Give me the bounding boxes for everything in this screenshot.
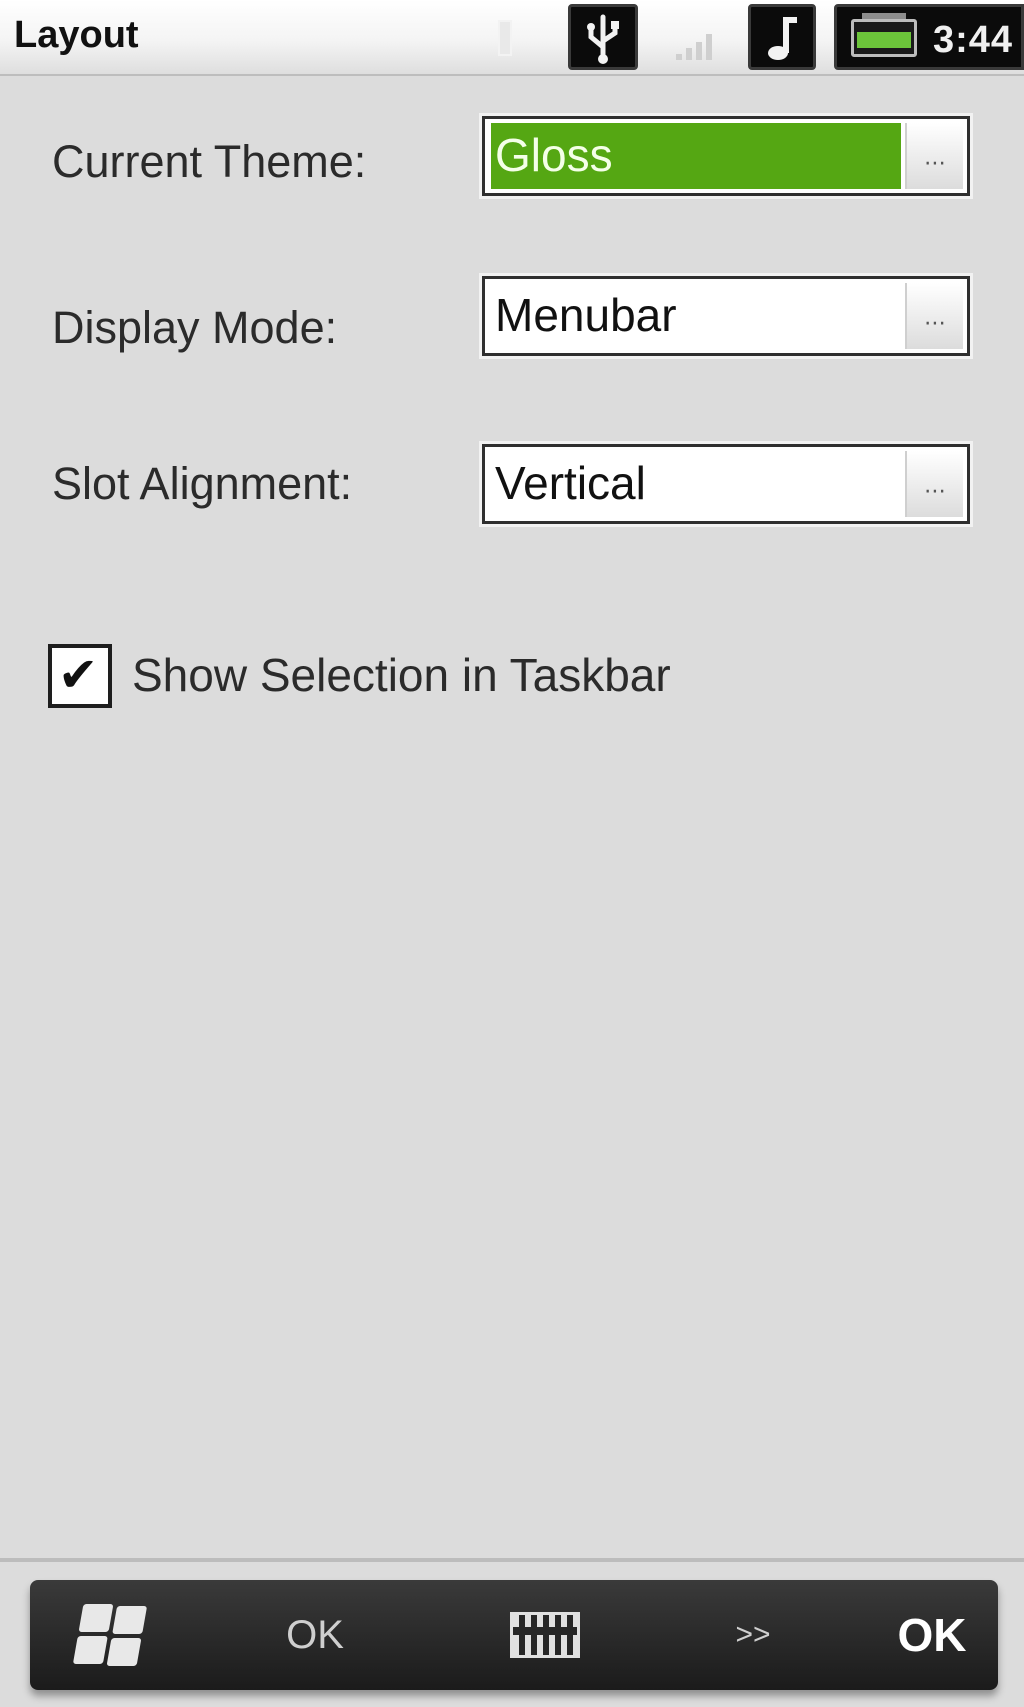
connectivity-indicator-icon bbox=[498, 20, 512, 56]
current-theme-dropdown[interactable]: Gloss ⋯ bbox=[482, 116, 970, 196]
usb-icon[interactable] bbox=[568, 4, 638, 70]
keyboard-button[interactable] bbox=[476, 1580, 580, 1690]
display-mode-value: Menubar bbox=[495, 289, 677, 341]
page-title: Layout bbox=[14, 14, 139, 56]
softkey-bar: OK >> OK bbox=[30, 1580, 998, 1690]
clock: 3:44 bbox=[932, 19, 1013, 61]
dropdown-arrow-icon[interactable]: ⋯ bbox=[905, 123, 963, 189]
windows-start-icon bbox=[72, 1604, 152, 1666]
checkmark-icon: ✔ bbox=[58, 649, 99, 702]
right-ok-softkey[interactable]: OK bbox=[882, 1580, 982, 1690]
usb-glyph-icon bbox=[587, 14, 619, 64]
slot-alignment-dropdown[interactable]: Vertical ⋯ bbox=[482, 444, 970, 524]
show-selection-checkbox[interactable]: ✔ bbox=[48, 644, 112, 708]
left-ok-softkey[interactable]: OK bbox=[260, 1580, 370, 1690]
dropdown-arrow-icon[interactable]: ⋯ bbox=[905, 283, 963, 349]
keyboard-icon bbox=[510, 1612, 580, 1658]
show-selection-label[interactable]: Show Selection in Taskbar bbox=[132, 648, 671, 702]
battery-level bbox=[857, 32, 911, 48]
music-glyph-icon bbox=[768, 17, 797, 60]
current-theme-value: Gloss bbox=[491, 123, 901, 189]
title-bar: Layout 3:44 bbox=[0, 0, 1024, 76]
battery-cell bbox=[851, 13, 917, 57]
start-button[interactable] bbox=[52, 1580, 148, 1690]
current-theme-label: Current Theme: bbox=[52, 136, 367, 187]
music-note-icon[interactable] bbox=[748, 4, 816, 70]
dropdown-arrow-icon[interactable]: ⋯ bbox=[905, 451, 963, 517]
display-mode-dropdown[interactable]: Menubar ⋯ bbox=[482, 276, 970, 356]
display-mode-label: Display Mode: bbox=[52, 302, 338, 353]
more-softkey[interactable]: >> bbox=[698, 1580, 808, 1690]
slot-alignment-label: Slot Alignment: bbox=[52, 458, 353, 509]
bottom-separator bbox=[0, 1558, 1024, 1562]
battery-icon[interactable]: 3:44 bbox=[834, 4, 1024, 70]
slot-alignment-value: Vertical bbox=[495, 457, 646, 509]
signal-strength-icon[interactable] bbox=[672, 4, 720, 70]
